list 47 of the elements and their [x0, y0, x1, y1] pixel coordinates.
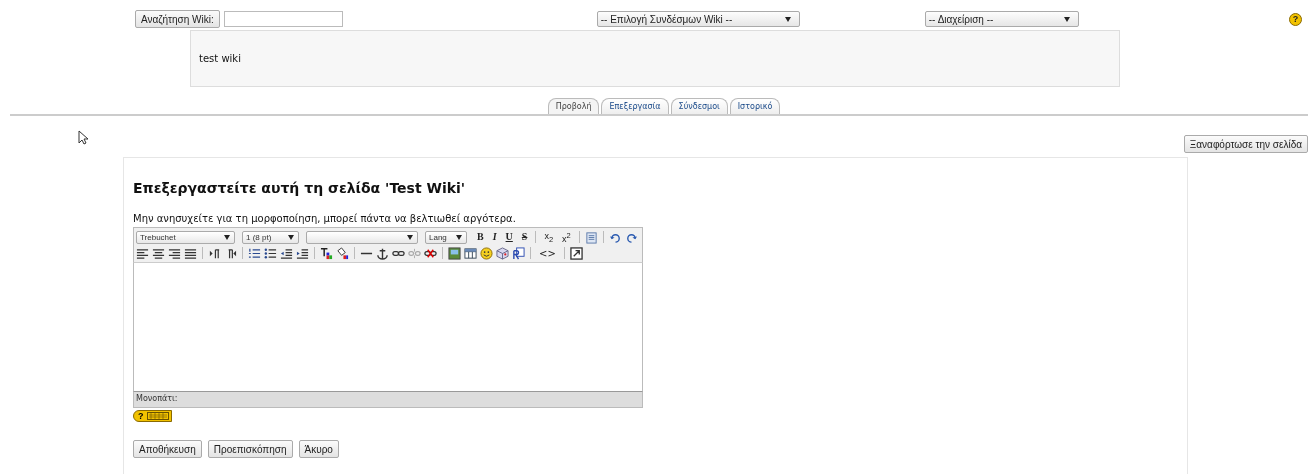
reload-button[interactable]: Ξαναφόρτωσε την σελίδα	[1183, 135, 1308, 153]
image-icon[interactable]	[448, 246, 461, 260]
cancel-button[interactable]: Άκυρο	[298, 440, 339, 458]
help-icon[interactable]: ?	[1289, 12, 1302, 26]
outdent-icon[interactable]	[280, 246, 293, 260]
format-button[interactable]: x$^{2}$	[559, 230, 574, 244]
document-icon[interactable]	[512, 246, 525, 260]
cube-icon[interactable]	[496, 246, 509, 260]
table-icon[interactable]	[464, 246, 477, 260]
paragraph-right-icon[interactable]	[208, 246, 221, 260]
format-button[interactable]: I	[489, 231, 500, 243]
format-button[interactable]: U	[502, 231, 516, 243]
align-right-icon[interactable]	[168, 246, 181, 260]
numbered-list-icon[interactable]	[248, 246, 261, 260]
links-tab[interactable]: Σύνδεσμοι	[670, 98, 728, 114]
toolbar-dropdown[interactable]: Lang	[425, 230, 467, 244]
toolbar-dropdown[interactable]: Trebuchet	[136, 230, 235, 244]
keyboard-help-badge[interactable]: ?	[133, 410, 172, 422]
justify-icon[interactable]	[184, 246, 197, 260]
path-label: Μονοπάτι:	[136, 394, 178, 403]
save-button[interactable]: Αποθήκευση	[133, 440, 202, 458]
anchor-icon[interactable]	[376, 246, 389, 260]
history-tab[interactable]: Ιστορικό	[729, 98, 781, 114]
align-left-icon[interactable]	[136, 246, 149, 260]
view-tab[interactable]: Προβολή	[547, 98, 600, 114]
fullscreen-icon[interactable]	[569, 246, 583, 260]
indent-icon[interactable]	[296, 246, 309, 260]
preview-button[interactable]: Προεπισκόπηση	[207, 440, 293, 458]
edit-tab[interactable]: Επεξεργασία	[601, 98, 669, 114]
formatting-hint: Μην ανησυχείτε για τη μορφοποίηση, μπορεί πάντα να βελτιωθεί αργότερα.	[133, 213, 517, 224]
page-heading: Επεξεργαστείτε αυτή τη σελίδα 'Test Wiki'	[133, 180, 467, 196]
text-color-icon[interactable]	[320, 246, 333, 260]
fill-bucket-icon[interactable]	[336, 246, 349, 260]
summary-text: test wiki	[199, 53, 241, 64]
toolbar-dropdown[interactable]: 1 (8 pt)	[242, 230, 299, 244]
cursor-icon	[78, 129, 88, 145]
smiley-icon[interactable]	[480, 246, 493, 260]
admin-dropdown[interactable]: -- Διαχείριση --	[924, 11, 1079, 27]
links-dropdown[interactable]: -- Επιλογή Συνδέσμων Wiki --	[596, 11, 800, 27]
search-field[interactable]	[223, 11, 343, 27]
search-button[interactable]: Αναζήτηση Wiki:	[135, 10, 220, 28]
format-button[interactable]: x$_{2}$	[541, 230, 557, 244]
format-button[interactable]: S	[518, 231, 531, 243]
format-button[interactable]: <>	[536, 247, 559, 259]
bullet-list-icon[interactable]	[264, 246, 277, 260]
align-center-icon[interactable]	[152, 246, 165, 260]
format-button[interactable]: B	[474, 231, 487, 243]
